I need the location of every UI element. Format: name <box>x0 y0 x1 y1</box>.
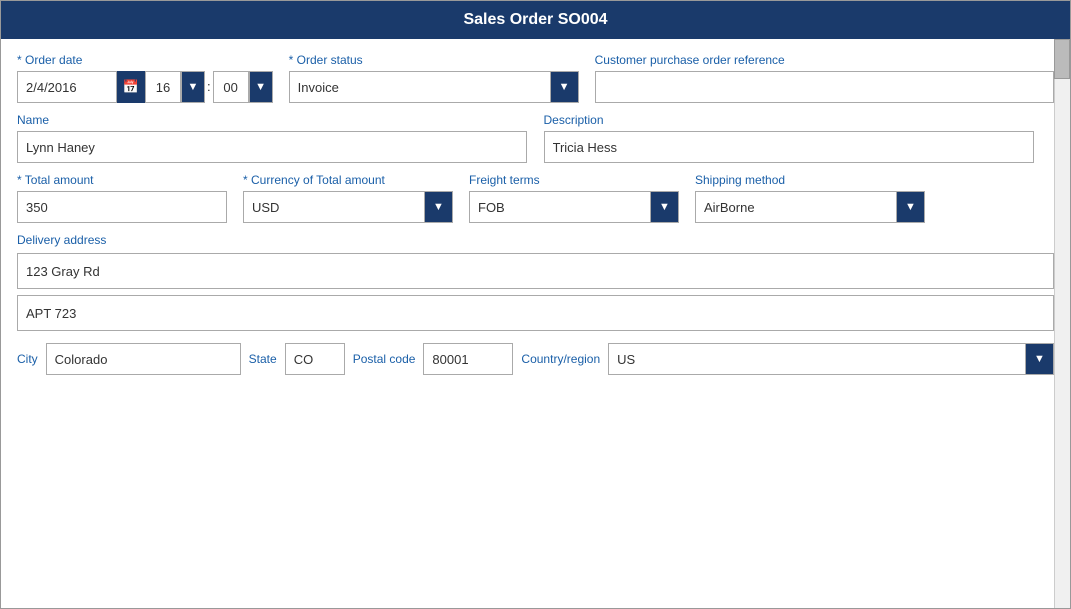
description-label: Description <box>544 113 1055 127</box>
delivery-address-section: Delivery address City State Postal code … <box>17 233 1054 375</box>
customer-po-label: Customer purchase order reference <box>595 53 1054 67</box>
scrollbar-thumb[interactable] <box>1054 39 1070 79</box>
freight-terms-group: Freight terms FOB ▼ <box>469 173 679 223</box>
order-date-input[interactable] <box>17 71 117 103</box>
sales-order-window: Sales Order SO004 Order date 📅 ▼ : ▼ Ord… <box>0 0 1071 609</box>
state-label: State <box>249 352 277 366</box>
shipping-method-select[interactable]: AirBorne ▼ <box>695 191 925 223</box>
minute-dropdown-button[interactable]: ▼ <box>249 71 273 103</box>
order-date-group: Order date 📅 ▼ : ▼ <box>17 53 273 103</box>
address-line1-input[interactable] <box>17 253 1054 289</box>
order-status-dropdown-btn[interactable]: ▼ <box>550 72 578 102</box>
name-input[interactable] <box>17 131 527 163</box>
order-date-input-group: 📅 ▼ : ▼ <box>17 71 273 103</box>
country-region-select[interactable]: US ▼ <box>608 343 1054 375</box>
customer-po-input[interactable] <box>595 71 1054 103</box>
country-region-value: US <box>609 346 1025 373</box>
freight-terms-value: FOB <box>470 194 650 221</box>
currency-dropdown-btn[interactable]: ▼ <box>424 192 452 222</box>
order-status-select[interactable]: Invoice ▼ <box>289 71 579 103</box>
total-amount-label: Total amount <box>17 173 227 187</box>
order-status-label: Order status <box>289 53 579 67</box>
city-label: City <box>17 352 38 366</box>
currency-label: Currency of Total amount <box>243 173 453 187</box>
address-line2-input[interactable] <box>17 295 1054 331</box>
state-input[interactable] <box>285 343 345 375</box>
delivery-address-label: Delivery address <box>17 233 1054 247</box>
address-bottom-row: City State Postal code Country/region US… <box>17 343 1054 375</box>
minute-input[interactable] <box>213 71 249 103</box>
hour-input[interactable] <box>145 71 181 103</box>
currency-group: Currency of Total amount USD ▼ <box>243 173 453 223</box>
postal-code-label: Postal code <box>353 352 416 366</box>
total-amount-input[interactable] <box>17 191 227 223</box>
scrollbar-track <box>1054 39 1070 608</box>
postal-code-input[interactable] <box>423 343 513 375</box>
row-order-info: Order date 📅 ▼ : ▼ Order status Invoice … <box>17 53 1054 103</box>
name-group: Name <box>17 113 528 163</box>
shipping-method-group: Shipping method AirBorne ▼ <box>695 173 925 223</box>
currency-select[interactable]: USD ▼ <box>243 191 453 223</box>
city-input[interactable] <box>46 343 241 375</box>
freight-terms-select[interactable]: FOB ▼ <box>469 191 679 223</box>
country-region-label: Country/region <box>521 352 600 366</box>
order-status-value: Invoice <box>290 74 550 101</box>
calendar-button[interactable]: 📅 <box>117 71 145 103</box>
name-label: Name <box>17 113 528 127</box>
currency-value: USD <box>244 194 424 221</box>
shipping-method-label: Shipping method <box>695 173 925 187</box>
order-date-label: Order date <box>17 53 273 67</box>
customer-po-group: Customer purchase order reference <box>595 53 1054 103</box>
row-amounts: Total amount Currency of Total amount US… <box>17 173 1054 223</box>
window-title: Sales Order SO004 <box>463 11 607 28</box>
form-content: Order date 📅 ▼ : ▼ Order status Invoice … <box>1 39 1070 608</box>
country-region-dropdown-btn[interactable]: ▼ <box>1025 344 1053 374</box>
time-colon: : <box>205 71 213 103</box>
title-bar: Sales Order SO004 <box>1 1 1070 39</box>
freight-terms-dropdown-btn[interactable]: ▼ <box>650 192 678 222</box>
row-name-desc: Name Description <box>17 113 1054 163</box>
description-input[interactable] <box>544 131 1034 163</box>
shipping-method-dropdown-btn[interactable]: ▼ <box>896 192 924 222</box>
freight-terms-label: Freight terms <box>469 173 679 187</box>
description-group: Description <box>544 113 1055 163</box>
shipping-method-value: AirBorne <box>696 194 896 221</box>
total-amount-group: Total amount <box>17 173 227 223</box>
order-status-group: Order status Invoice ▼ <box>289 53 579 103</box>
hour-dropdown-button[interactable]: ▼ <box>181 71 205 103</box>
